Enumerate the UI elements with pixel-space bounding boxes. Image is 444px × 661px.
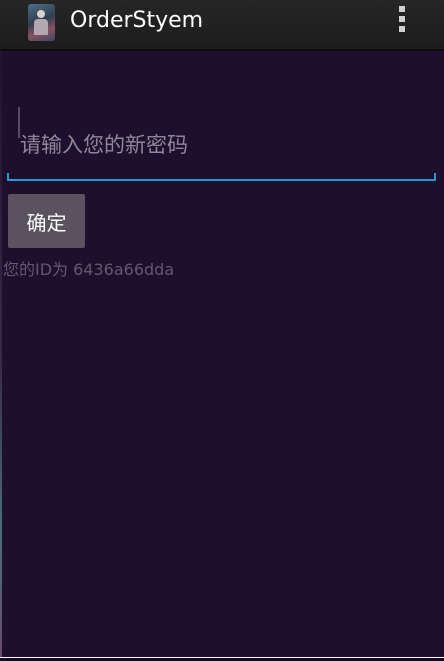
overflow-dot-top (399, 6, 405, 12)
new-password-input[interactable] (7, 90, 436, 183)
field-underline-left-tick (7, 173, 9, 181)
bottom-edge (0, 657, 444, 661)
app-icon-figure-head (37, 10, 45, 18)
field-underline (7, 179, 436, 181)
confirm-button[interactable]: 确定 (8, 194, 85, 248)
app-title: OrderStyem (70, 8, 204, 33)
field-underline-right-tick (434, 173, 436, 181)
new-password-field (7, 90, 436, 183)
overflow-dot-middle (399, 16, 405, 22)
overflow-dot-bottom (399, 26, 405, 32)
screen-edge (0, 0, 2, 661)
app-icon-figure-body (34, 19, 48, 35)
action-bar: OrderStyem (0, 0, 444, 51)
app-launcher-icon[interactable] (28, 4, 55, 41)
app-screen: OrderStyem 确定 您的ID为 6436a66dda (0, 0, 444, 661)
overflow-menu-icon[interactable] (394, 4, 410, 34)
user-id-text: 您的ID为 6436a66dda (3, 260, 175, 279)
